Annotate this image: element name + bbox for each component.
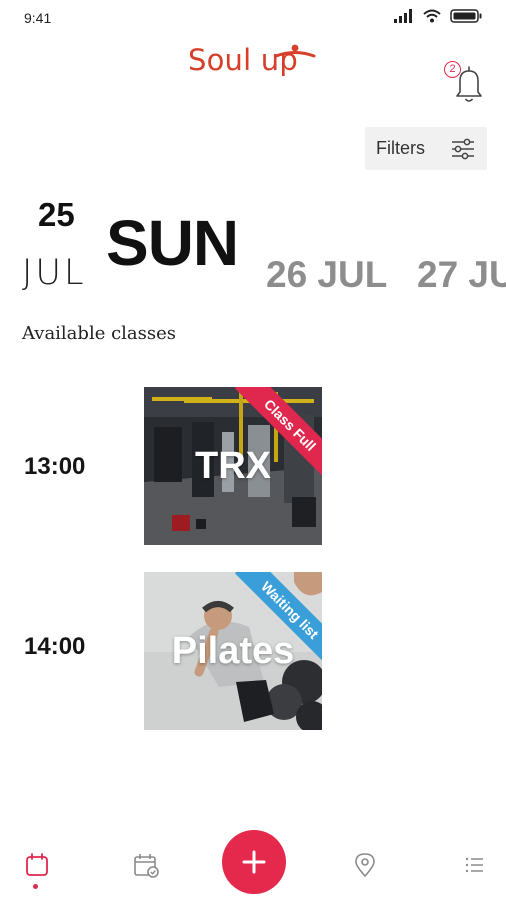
class-name: Pilates <box>171 630 295 672</box>
schedule-icon <box>26 853 48 876</box>
filters-button[interactable]: Filters <box>365 127 487 170</box>
sliders-icon <box>452 138 474 160</box>
signal-icon <box>394 9 412 23</box>
date-option-26-jul[interactable]: 26 JUL <box>266 254 387 296</box>
selected-date-month: JUL <box>22 253 87 293</box>
battery-icon <box>450 9 482 23</box>
status-time: 9:41 <box>24 10 52 26</box>
notification-badge: 2 <box>444 61 461 78</box>
nav-schedule[interactable] <box>22 850 52 880</box>
nav-menu[interactable] <box>459 850 489 880</box>
bottom-navigation <box>0 820 506 900</box>
selected-date-day: 25 <box>38 196 75 233</box>
class-name: TRX <box>195 445 271 487</box>
nav-bookings[interactable] <box>131 850 161 880</box>
status-bar: 9:41 <box>0 0 506 34</box>
wifi-icon <box>423 9 441 23</box>
calendar-check-icon <box>134 854 159 878</box>
nav-locations[interactable] <box>350 850 380 880</box>
location-pin-icon <box>355 853 375 878</box>
add-button[interactable] <box>222 830 286 894</box>
app-logo: Soul up <box>188 44 316 75</box>
class-card-pilates[interactable]: Pilates Waiting list <box>144 572 322 730</box>
class-time: 14:00 <box>24 633 86 660</box>
add-icon <box>242 850 266 874</box>
class-card-trx[interactable]: TRX Class Full <box>144 387 322 545</box>
logo-figure-icon <box>274 44 316 58</box>
selected-date-weekday: SUN <box>106 207 239 279</box>
date-option-27-jul[interactable]: 27 JU <box>417 254 506 296</box>
active-nav-indicator <box>33 884 38 889</box>
list-icon <box>465 857 483 873</box>
notifications-button[interactable]: 2 <box>444 58 488 106</box>
section-title: Available classes <box>22 323 177 344</box>
class-time: 13:00 <box>24 453 86 480</box>
status-icons <box>394 9 482 23</box>
filters-label: Filters <box>376 138 425 158</box>
